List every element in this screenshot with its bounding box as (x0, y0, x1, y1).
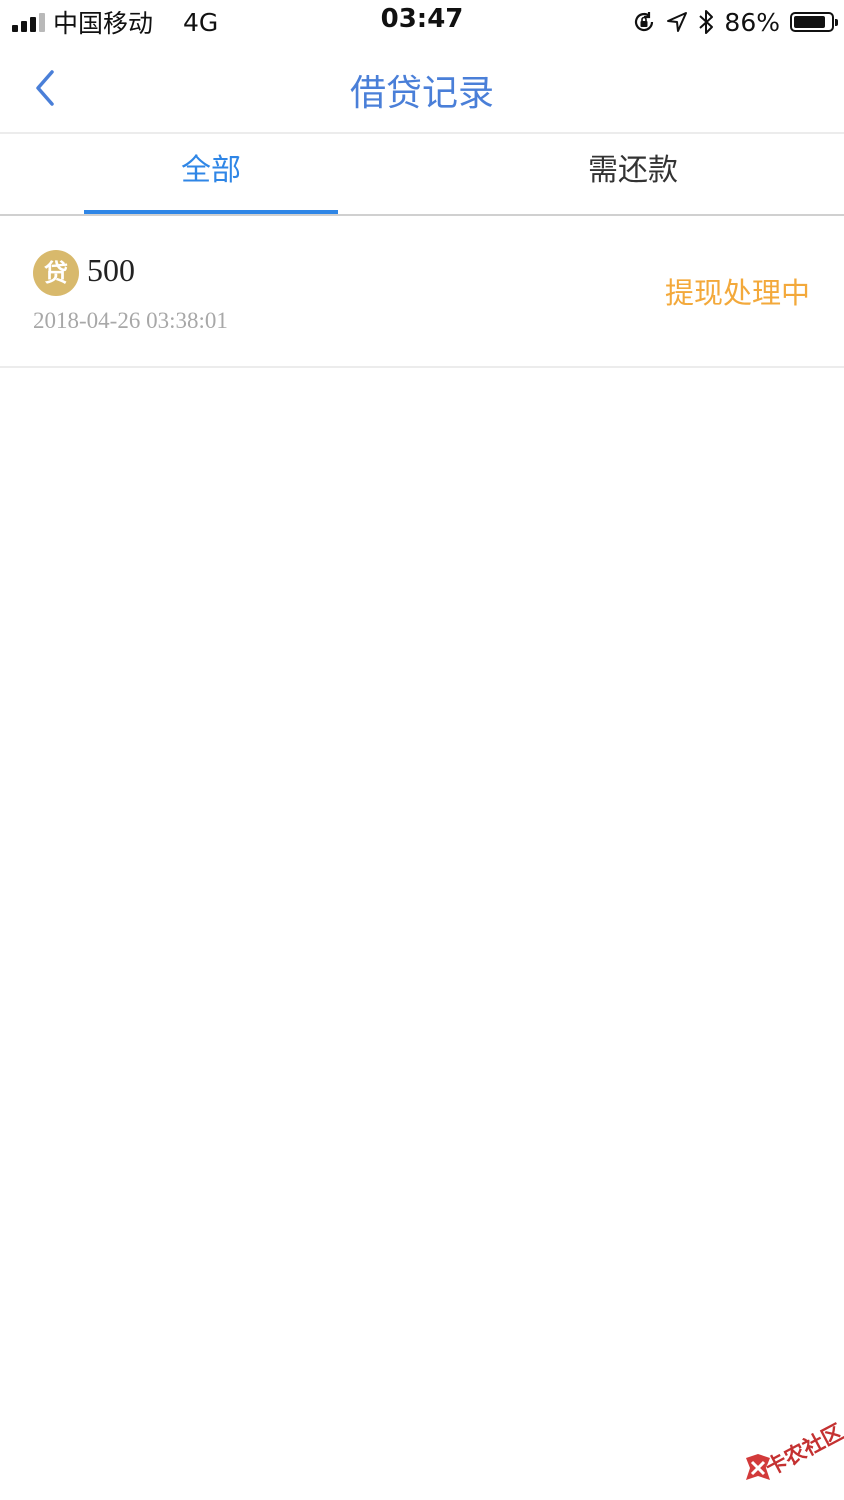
status-right: 86% (632, 6, 838, 38)
tab-bar: 全部 需还款 (0, 134, 844, 216)
location-arrow-icon (667, 12, 688, 32)
active-tab-indicator (84, 210, 338, 214)
orientation-lock-icon (635, 12, 654, 32)
battery-icon (790, 12, 838, 32)
nav-bar: 借贷记录 (0, 44, 844, 134)
loan-datetime: 2018-04-26 03:38:01 (33, 308, 228, 333)
loan-amount: 500 (87, 252, 135, 288)
tab-repayment-due[interactable]: 需还款 (422, 134, 844, 214)
battery-percent: 86% (724, 7, 780, 37)
battery-level (794, 16, 825, 28)
bluetooth-icon (699, 10, 714, 34)
watermark-logo: 卡农社区 (740, 1408, 844, 1490)
page-title: 借贷记录 (349, 73, 494, 114)
tab-all[interactable]: 全部 (0, 134, 422, 214)
loan-record-item[interactable]: 贷 500 2018-04-26 03:38:01 提现处理中 (0, 216, 844, 368)
loan-coin-icon: 贷 (33, 250, 79, 296)
loan-status: 提现处理中 (664, 276, 810, 310)
watermark-text: 卡农社区 (761, 1419, 844, 1481)
status-bar: 中国移动 4G 03:47 86% (0, 0, 844, 44)
